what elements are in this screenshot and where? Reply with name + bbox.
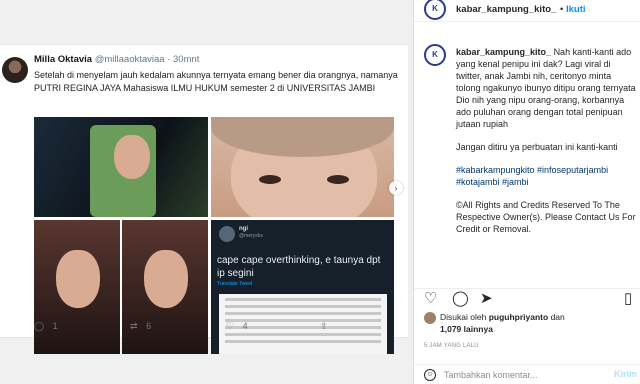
separator-dot: • — [560, 4, 564, 15]
comment-bar: ☺ Kirim — [414, 364, 640, 384]
photo-eye — [327, 175, 349, 184]
likes-count[interactable]: 1,079 lainnya — [440, 324, 493, 334]
account-username[interactable]: kabar_kampung_kito_ — [456, 4, 556, 15]
heart-icon[interactable]: ♡ — [424, 291, 437, 307]
comment-icon[interactable]: ◯ — [452, 291, 469, 307]
reply-icon: ◯ — [34, 321, 45, 331]
bookmark-icon[interactable]: ▯ — [624, 291, 632, 307]
tweet-like: ♡ 4 — [226, 321, 248, 332]
tweet-author-handle: @millaaoktaviaa — [94, 54, 165, 65]
next-image-button[interactable]: › — [389, 181, 403, 195]
post-sidebar: K kabar_kampung_kito_ • Ikuti K kabar_ka… — [413, 0, 640, 384]
caption-text: kabar_kampung_kito_ Nah kanti-kanti ado … — [456, 46, 638, 246]
tweet-screenshot: Milla Oktavia @millaaoktaviaa · 30mnt Se… — [0, 44, 408, 354]
likes-conj: dan — [550, 312, 565, 322]
caption-avatar[interactable]: K — [424, 44, 446, 66]
share-icon[interactable]: ➤ — [480, 291, 493, 307]
post-header: K kabar_kampung_kito_ • Ikuti — [414, 0, 640, 22]
retweet-icon: ⇄ — [130, 321, 138, 331]
liker-username[interactable]: puguhpriyanto — [489, 312, 549, 322]
caption-hashtags[interactable]: #kabarkampungkito #infoseputarjambi #kot… — [456, 164, 638, 188]
tweet-photo-3 — [34, 220, 120, 354]
reply-count: 1 — [52, 321, 58, 331]
tweet-author-name: Milla Oktavia — [34, 54, 93, 65]
caption-line-1: Nah kanti-kanti ado yang kenal penipu in… — [456, 47, 636, 129]
photo-eye — [259, 175, 281, 184]
likes-prefix: Disukai oleh — [440, 312, 487, 322]
tweet-retweet: ⇄ 6 — [130, 321, 151, 332]
tweet-avatar — [2, 57, 28, 83]
liker-avatar — [424, 312, 436, 324]
photo-face — [56, 250, 100, 308]
tweet-reply: ◯ 1 — [34, 321, 58, 332]
tweet-text: Setelah di menyelam jauh kedalam akunnya… — [34, 70, 398, 93]
tweet-photo-4 — [122, 220, 208, 354]
post-comment-button[interactable]: Kirim — [614, 369, 637, 379]
embedded-tweet-handle: @meryxbs — [239, 233, 263, 239]
post-action-bar: ♡ ◯ ➤ ▯ — [414, 288, 640, 310]
share-icon: ⇪ — [320, 321, 328, 331]
tweet-time: · 30mnt — [167, 54, 200, 65]
embedded-tweet-name: ngi — [239, 226, 248, 232]
caption-credits: ©All Rights and Credits Reserved To The … — [456, 200, 636, 234]
tweet-header: Milla Oktavia @millaaoktaviaa · 30mnt — [34, 54, 199, 65]
tweet-photo-2 — [211, 117, 394, 217]
retweet-count: 6 — [146, 321, 152, 331]
embedded-tweet-translate: Translate Tweet — [217, 281, 253, 287]
like-count: 4 — [242, 321, 248, 331]
post-media: Milla Oktavia @millaaoktaviaa · 30mnt Se… — [0, 0, 413, 384]
account-avatar[interactable]: K — [424, 0, 446, 20]
photo-face — [144, 250, 188, 308]
embedded-tweet-text: cape cape overthinking, e taunya dpt ip … — [217, 255, 381, 279]
caption-line-2: Jangan ditiru ya perbuatan ini kanti-kan… — [456, 142, 618, 152]
follow-button[interactable]: Ikuti — [566, 4, 586, 15]
tweet-photo-grid: ngi @meryxbs cape cape overthinking, e t… — [34, 117, 394, 354]
embedded-tweet: ngi @meryxbs cape cape overthinking, e t… — [211, 220, 394, 354]
heart-icon: ♡ — [226, 321, 235, 331]
tweet-photo-1 — [34, 117, 208, 217]
caption-username[interactable]: kabar_kampung_kito_ — [456, 47, 551, 57]
post-timestamp: 5 JAM YANG LALU — [424, 343, 479, 349]
comment-input[interactable] — [444, 368, 594, 382]
embedded-tweet-avatar — [219, 226, 235, 242]
emoji-icon[interactable]: ☺ — [424, 369, 436, 381]
photo-face — [114, 135, 150, 179]
